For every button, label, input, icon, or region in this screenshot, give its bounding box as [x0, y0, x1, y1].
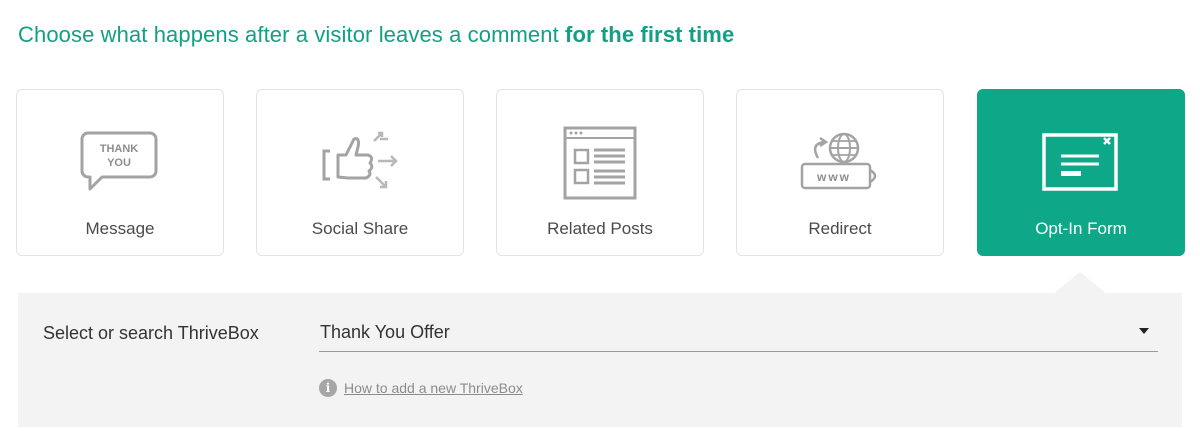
option-related-posts[interactable]: Related Posts: [496, 89, 704, 256]
thrivebox-select-label: Select or search ThriveBox: [43, 323, 259, 343]
add-thrivebox-help-link[interactable]: How to add a new ThriveBox: [344, 380, 523, 396]
active-option-pointer: [1053, 272, 1107, 294]
svg-text:THANK: THANK: [100, 143, 139, 155]
option-social-share-label: Social Share: [311, 219, 409, 238]
option-optin-form[interactable]: Opt-In Form: [977, 89, 1185, 256]
help-row: i How to add a new ThriveBox: [319, 379, 523, 397]
action-options: THANK YOU Message Social Share Related P…: [16, 89, 1185, 257]
option-related-posts-label: Related Posts: [547, 219, 653, 238]
thank-you-bubble-icon: THANK YOU: [75, 128, 165, 198]
option-social-share[interactable]: Social Share: [256, 89, 464, 256]
option-message-label: Message: [85, 219, 155, 238]
option-redirect[interactable]: www Redirect: [736, 89, 944, 256]
heading-emphasis: for the first time: [565, 22, 735, 47]
related-posts-icon: [555, 126, 645, 200]
svg-text:www: www: [816, 170, 851, 184]
chevron-down-icon: [1139, 328, 1149, 334]
option-optin-form-label: Opt-In Form: [1035, 219, 1127, 238]
thrivebox-selected-value: Thank You Offer: [320, 322, 450, 342]
heading-text: Choose what happens after a visitor leav…: [18, 22, 559, 47]
svg-text:YOU: YOU: [107, 157, 131, 169]
redirect-globe-icon: www: [795, 128, 885, 198]
social-share-icon: [315, 128, 405, 198]
page-heading: Choose what happens after a visitor leav…: [18, 22, 734, 48]
option-redirect-label: Redirect: [808, 219, 872, 238]
thrivebox-panel: Select or search ThriveBox Thank You Off…: [18, 293, 1182, 427]
info-icon: i: [319, 379, 337, 397]
thrivebox-select[interactable]: Thank You Offer: [319, 311, 1158, 352]
option-message[interactable]: THANK YOU Message: [16, 89, 224, 256]
optin-form-icon: [1036, 128, 1126, 198]
